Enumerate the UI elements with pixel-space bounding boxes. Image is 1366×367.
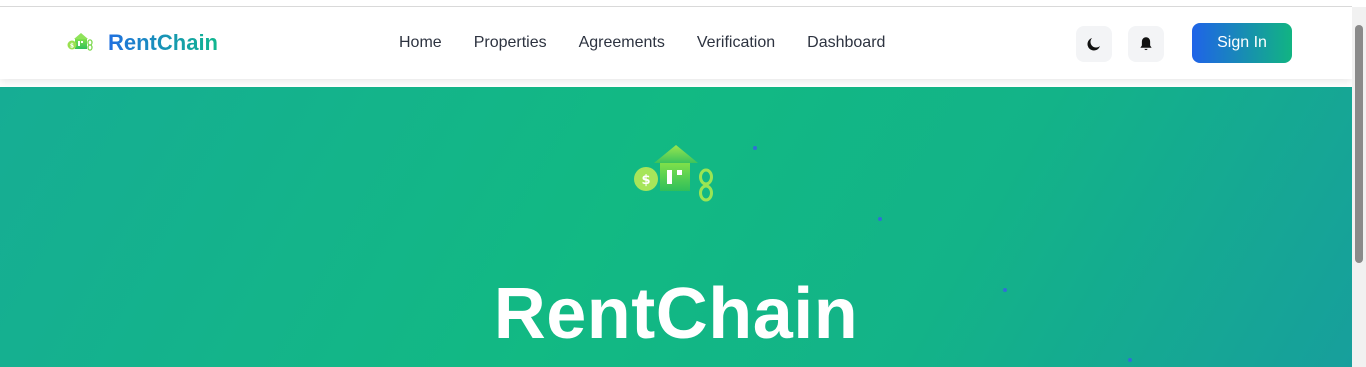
hero-section: $ RentChain bbox=[0, 87, 1352, 367]
scrollbar-thumb[interactable] bbox=[1355, 25, 1363, 263]
nav-link-dashboard[interactable]: Dashboard bbox=[807, 34, 885, 52]
nav-link-home[interactable]: Home bbox=[399, 34, 442, 52]
nav-link-agreements[interactable]: Agreements bbox=[579, 34, 665, 52]
sign-in-button[interactable]: Sign In bbox=[1192, 23, 1292, 63]
nav-link-properties[interactable]: Properties bbox=[474, 34, 547, 52]
decorative-dot bbox=[753, 146, 757, 150]
navbar: $ RentChain Home Properties Agreements V… bbox=[0, 7, 1352, 79]
decorative-dot bbox=[1128, 358, 1132, 362]
notifications-button[interactable] bbox=[1128, 26, 1164, 62]
house-coin-chain-logo-icon: $ bbox=[67, 33, 93, 51]
coin-symbol: $ bbox=[641, 173, 650, 188]
nav-link-verification[interactable]: Verification bbox=[697, 34, 775, 52]
house-coin-chain-logo-icon: $ bbox=[634, 145, 713, 202]
brand-home-link[interactable]: $ RentChain bbox=[64, 27, 218, 59]
decorative-dot bbox=[878, 217, 882, 221]
main-nav: Home Properties Agreements Verification … bbox=[399, 7, 885, 79]
brand-name: RentChain bbox=[108, 30, 218, 55]
bell-icon bbox=[1140, 37, 1152, 51]
theme-toggle-button[interactable] bbox=[1076, 26, 1112, 62]
svg-text:$: $ bbox=[70, 43, 74, 50]
page: $ RentChain Home Properties Agreements V… bbox=[0, 7, 1352, 367]
hero-title: RentChain bbox=[493, 274, 859, 354]
page-scrollbar[interactable] bbox=[1352, 7, 1366, 367]
moon-icon bbox=[1087, 38, 1100, 51]
